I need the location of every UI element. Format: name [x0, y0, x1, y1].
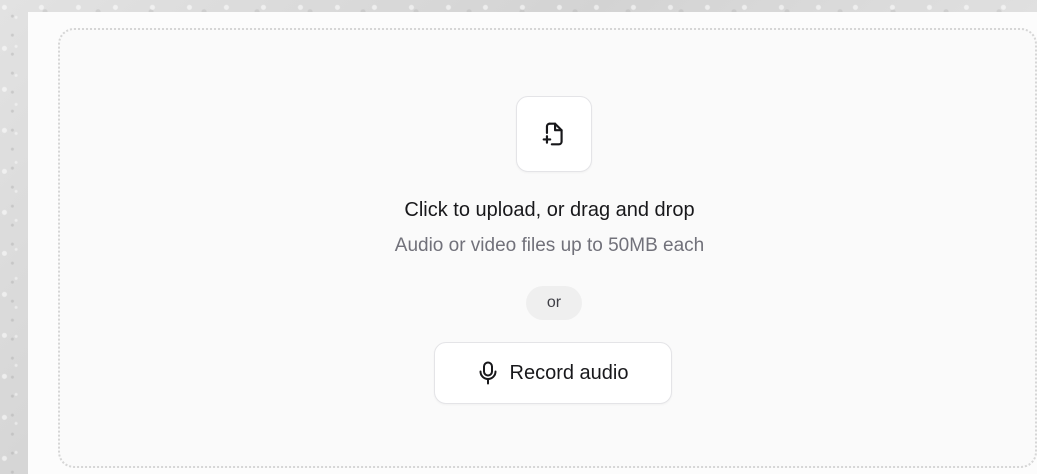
upload-dropzone[interactable]: Click to upload, or drag and drop Audio …: [58, 28, 1037, 468]
record-audio-button[interactable]: Record audio: [434, 342, 672, 404]
upload-icon-button[interactable]: [516, 96, 592, 172]
record-audio-label: Record audio: [509, 362, 629, 384]
upload-title: Click to upload, or drag and drop: [404, 199, 695, 221]
upload-subtitle: Audio or video files up to 50MB each: [394, 235, 705, 256]
upload-card: Click to upload, or drag and drop Audio …: [28, 12, 1037, 474]
or-divider: or: [526, 286, 582, 320]
microphone-icon: [478, 361, 498, 385]
file-plus-icon: [542, 122, 563, 146]
